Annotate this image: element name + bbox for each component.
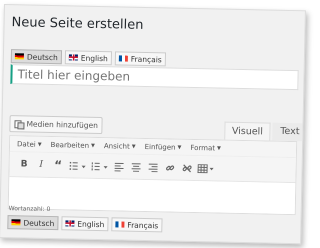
language-label: English: [80, 53, 108, 63]
caret-down-icon: ▼: [37, 141, 42, 148]
language-label: Français: [130, 54, 162, 64]
language-tab-en[interactable]: English: [64, 50, 113, 66]
add-media-button[interactable]: Medien hinzufügen: [9, 115, 104, 135]
bullet-list-icon[interactable]: [68, 159, 86, 172]
german-flag-icon: [11, 219, 21, 226]
align-center-icon[interactable]: [129, 160, 142, 173]
uk-flag-icon: [68, 54, 78, 61]
french-flag-icon: [115, 221, 125, 228]
bold-icon[interactable]: B: [18, 158, 31, 171]
tab-visual[interactable]: Visuell: [224, 121, 271, 141]
add-media-label: Medien hinzufügen: [26, 119, 99, 130]
language-label: English: [77, 219, 105, 229]
language-tab-de[interactable]: Deutsch: [10, 49, 62, 65]
word-count: Wortanzahl: 0: [8, 205, 51, 214]
german-flag-icon: [14, 53, 24, 60]
tab-text[interactable]: Text: [272, 122, 306, 142]
blockquote-icon[interactable]: “: [52, 158, 65, 172]
table-icon[interactable]: [197, 162, 214, 175]
media-icon: [14, 119, 23, 128]
menu-insert[interactable]: Einfügen ▼: [145, 142, 182, 151]
title-input[interactable]: [10, 64, 299, 91]
italic-icon[interactable]: I: [35, 158, 48, 171]
editor-content-area[interactable]: [8, 177, 296, 215]
menu-format[interactable]: Format ▼: [190, 143, 221, 152]
uk-flag-icon: [65, 220, 75, 227]
numbered-list-icon[interactable]: [90, 159, 108, 172]
link-icon[interactable]: [163, 161, 176, 174]
language-label: Français: [127, 220, 159, 230]
menu-edit[interactable]: Bearbeiten ▼: [51, 141, 95, 150]
page-editor-window: Neue Seite erstellen Deutsch English Fra…: [0, 4, 306, 245]
unlink-icon[interactable]: [180, 161, 193, 174]
language-tab-fr[interactable]: Français: [111, 217, 163, 233]
language-label: Deutsch: [26, 51, 58, 62]
caret-down-icon: ▼: [216, 144, 221, 152]
language-tab-de[interactable]: Deutsch: [7, 215, 59, 231]
language-label: Deutsch: [23, 217, 55, 228]
menu-view[interactable]: Ansicht ▼: [104, 142, 136, 151]
page-title: Neue Seite erstellen: [11, 15, 144, 33]
align-left-icon[interactable]: [112, 160, 125, 173]
language-tab-fr[interactable]: Français: [114, 51, 166, 67]
caret-down-icon: ▼: [131, 143, 136, 150]
language-tab-en[interactable]: English: [61, 216, 109, 232]
caret-down-icon: ▼: [177, 144, 182, 151]
french-flag-icon: [118, 55, 128, 62]
language-tabs-bottom: Deutsch English Français: [7, 215, 163, 233]
align-right-icon[interactable]: [146, 161, 159, 174]
caret-down-icon: ▼: [91, 142, 95, 149]
rich-text-editor: Datei ▼ Bearbeiten ▼ Ansicht ▼ Einfügen ▼ Fo…: [7, 135, 298, 216]
menu-file[interactable]: Datei ▼: [17, 140, 42, 149]
